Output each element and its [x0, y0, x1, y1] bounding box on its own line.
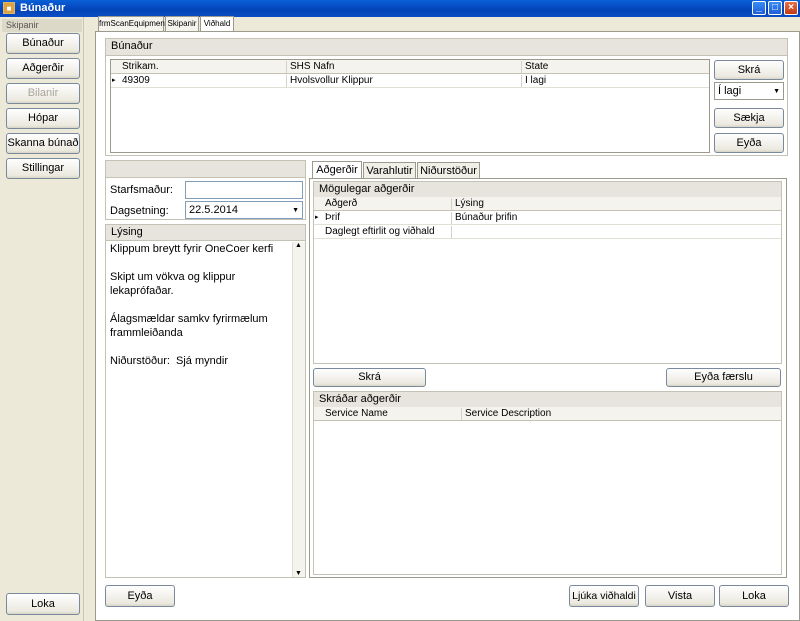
tab-skipanir[interactable]: Skipanir: [165, 16, 199, 31]
cell-strikam: 49309: [119, 75, 287, 87]
row-selector-icon: ▸: [112, 77, 116, 84]
moguleg-group-title: Mögulegar aðgerðir: [314, 182, 781, 198]
dagsetning-datepicker[interactable]: 22.5.2014 ▼: [185, 201, 303, 219]
minimize-icon[interactable]: _: [752, 1, 766, 15]
window-title: Búnaður: [20, 2, 66, 14]
dagsetning-value: 22.5.2014: [189, 204, 238, 216]
title-bar: ■ Búnaður _ □ ×: [0, 0, 800, 17]
cell-state: Í lagi: [525, 75, 547, 86]
column-header-strikam[interactable]: Strikam.: [119, 61, 287, 73]
chevron-down-icon[interactable]: ▼: [292, 203, 299, 219]
eyda-faerslu-button[interactable]: Eyða færslu: [666, 368, 781, 387]
bunadur-grid-header: Strikam. SHS Nafn State: [111, 60, 709, 74]
starfsmadur-group-header: [106, 161, 305, 178]
row-selector-icon: ▸: [315, 214, 319, 221]
scroll-up-icon[interactable]: ▲: [295, 242, 302, 249]
column-header-adgerd[interactable]: Aðgerð: [322, 198, 452, 210]
tab-vidhald[interactable]: Viðhald: [200, 16, 234, 32]
bottom-loka-button[interactable]: Loka: [719, 585, 789, 607]
state-select[interactable]: Í lagi ▼: [714, 82, 784, 100]
tab-varahlutir[interactable]: Varahlutir: [363, 162, 416, 179]
sidebar-bilanir-button[interactable]: Bilanir: [6, 83, 80, 104]
moguleg-grid-header: Aðgerð Lýsing: [314, 197, 781, 211]
lysing-scrollbar[interactable]: ▲ ▼: [292, 242, 305, 577]
table-row[interactable]: ▸ Þrif Búnaður þrifin: [314, 212, 781, 225]
app-icon: ■: [3, 2, 15, 14]
sidebar-stillingar-button[interactable]: Stillingar: [6, 158, 80, 179]
column-header-state[interactable]: State: [522, 61, 708, 73]
vista-button[interactable]: Vista: [645, 585, 715, 607]
lysing-textarea[interactable]: Klippum breytt fyrir OneCoer kerfi Skipt…: [110, 242, 290, 572]
moguleg-grid[interactable]: Aðgerð Lýsing ▸ Þrif Búnaður þrifin Dagl…: [314, 197, 781, 363]
cell-shs-nafn: Hvolsvollur Klippur: [287, 75, 522, 87]
bunadur-eyda-button[interactable]: Eyða: [714, 133, 784, 153]
sidebar-hopar-button[interactable]: Hópar: [6, 108, 80, 129]
dagsetning-label: Dagsetning:: [110, 205, 169, 217]
tab-adgerdir[interactable]: Aðgerðir: [312, 161, 362, 179]
table-row[interactable]: ▸ 49309 Hvolsvollur Klippur Í lagi: [111, 75, 709, 88]
starfsmadur-input[interactable]: [185, 181, 303, 199]
skradar-group-title: Skráðar aðgerðir: [314, 392, 781, 408]
table-row[interactable]: Daglegt eftirlit og viðhald: [314, 226, 781, 239]
ljuka-vidhaldi-button[interactable]: Ljúka viðhaldi: [569, 585, 639, 607]
starfsmadur-label: Starfsmaður:: [110, 184, 173, 196]
adgerd-skra-button[interactable]: Skrá: [313, 368, 426, 387]
scroll-down-icon[interactable]: ▼: [295, 570, 302, 577]
sidebar-header: Skipanir: [2, 19, 82, 32]
column-header-service-name[interactable]: Service Name: [322, 408, 462, 420]
close-icon[interactable]: ×: [784, 1, 798, 15]
sidebar: Skipanir Búnaður Aðgerðir Bilanir Hópar …: [0, 17, 84, 621]
tab-frmscanequipment[interactable]: frmScanEquipment: [98, 16, 167, 31]
sidebar-loka-button[interactable]: Loka: [6, 593, 80, 615]
lysing-group-title: Lýsing: [106, 225, 305, 241]
state-select-value: Í lagi: [718, 85, 742, 97]
chevron-down-icon[interactable]: ▼: [773, 84, 780, 100]
column-header-service-description[interactable]: Service Description: [462, 408, 781, 420]
tab-nidurstodur[interactable]: Niðurstöður: [417, 162, 480, 179]
bunadur-group-title: Búnaður: [106, 39, 787, 56]
sidebar-adgerdir-button[interactable]: Aðgerðir: [6, 58, 80, 79]
bottom-eyda-button[interactable]: Eyða: [105, 585, 175, 607]
cell-adgerd: Daglegt eftirlit og viðhald: [322, 226, 452, 238]
maximize-icon[interactable]: □: [768, 1, 782, 15]
cell-lysing: Búnaður þrifin: [455, 212, 518, 223]
sidebar-skanna-button[interactable]: Skanna búnað: [6, 133, 80, 154]
column-header-shs-nafn[interactable]: SHS Nafn: [287, 61, 522, 73]
cell-adgerd: Þrif: [322, 212, 452, 224]
column-header-lysing[interactable]: Lýsing: [452, 198, 781, 210]
skradar-grid[interactable]: Service Name Service Description: [314, 407, 781, 574]
sidebar-bunadur-button[interactable]: Búnaður: [6, 33, 80, 54]
bunadur-grid[interactable]: Strikam. SHS Nafn State ▸ 49309 Hvolsvol…: [110, 59, 710, 153]
skradar-grid-header: Service Name Service Description: [314, 407, 781, 421]
saekja-button[interactable]: Sækja: [714, 108, 784, 128]
bunadur-skra-button[interactable]: Skrá: [714, 60, 784, 80]
